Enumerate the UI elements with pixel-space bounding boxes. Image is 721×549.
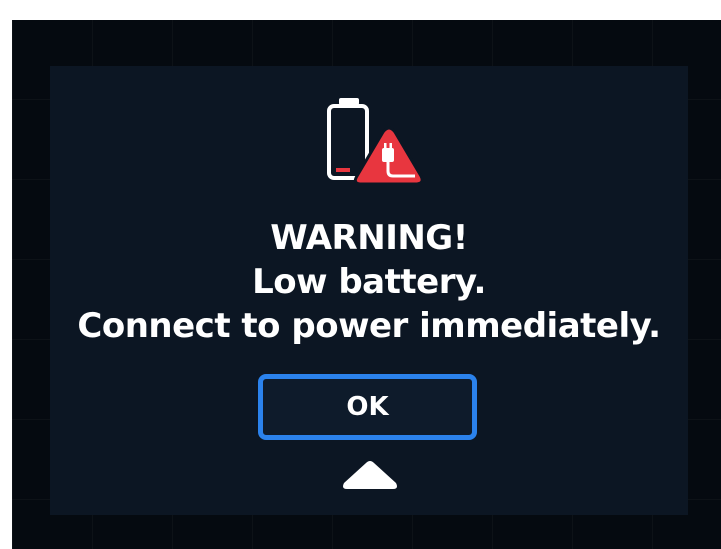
battery-warning-icon: [315, 96, 425, 191]
ok-button-label: OK: [346, 392, 389, 422]
warning-line-connect-power: Connect to power immediately.: [77, 306, 661, 346]
warning-title: WARNING!: [270, 218, 468, 258]
device-screen: WARNING! Low battery. Connect to power i…: [12, 20, 721, 549]
warning-message: WARNING! Low battery. Connect to power i…: [50, 216, 688, 348]
triangle-up-icon: [343, 461, 397, 489]
scroll-up-button[interactable]: [341, 459, 399, 491]
ok-button[interactable]: OK: [258, 374, 477, 440]
low-battery-dialog: WARNING! Low battery. Connect to power i…: [50, 66, 688, 515]
warning-line-low-battery: Low battery.: [252, 262, 486, 302]
